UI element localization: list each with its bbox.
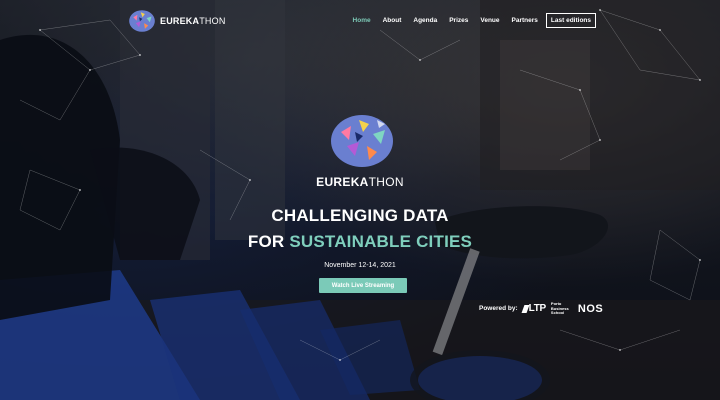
event-date: November 12-14, 2021 [324,262,396,269]
nav-agenda[interactable]: Agenda [413,17,437,24]
sponsor-nos-logo[interactable]: NOS [578,303,603,315]
hero-brand: EUREKATHON [316,175,404,189]
hero-brain-logo-icon [331,115,393,167]
nav-partners[interactable]: Partners [512,17,538,24]
nav-prizes[interactable]: Prizes [449,17,468,24]
nav-about[interactable]: About [383,17,402,24]
header-logo[interactable]: EUREKATHON [128,9,226,33]
hero-title-accent: SUSTAINABLE CITIES [289,232,473,251]
sponsor-pbs-logo[interactable]: Porto Business School [551,301,573,316]
hero-title-line1: CHALLENGING DATA [271,206,449,225]
powered-by: Powered by: LTP Porto Business School NO… [479,301,603,316]
brain-logo-icon [129,10,155,32]
last-editions-button[interactable]: Last editions [545,13,596,28]
nav-home[interactable]: Home [353,17,371,24]
watch-live-button[interactable]: Watch Live Streaming [319,278,407,293]
sponsor-ltp-logo[interactable]: LTP [521,303,546,314]
main-nav: Home About Agenda Prizes Venue Partners … [341,13,596,28]
hero-title-line2: FOR SUSTAINABLE CITIES [247,232,473,251]
header-brand: EUREKATHON [160,16,226,26]
network-lines-decoration [19,9,701,361]
powered-by-label: Powered by: [479,305,518,313]
nav-venue[interactable]: Venue [480,17,499,24]
